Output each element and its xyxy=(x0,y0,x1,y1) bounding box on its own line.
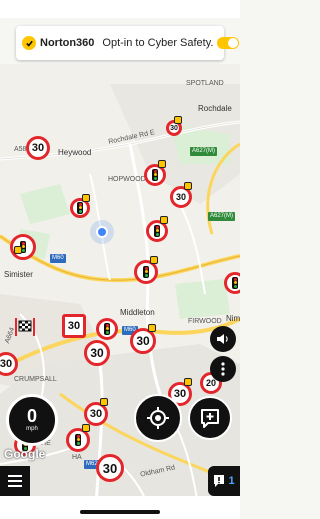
norton-check-icon xyxy=(22,36,36,50)
menu-line xyxy=(8,480,22,482)
road-label: A58 xyxy=(14,146,27,153)
camera-badge-icon xyxy=(100,398,108,406)
place-label: FIRWOOD xyxy=(188,318,222,325)
add-report-button[interactable] xyxy=(188,396,232,440)
camera-badge-icon xyxy=(184,378,192,386)
ad-text: Opt-in to Cyber Safety. xyxy=(102,37,214,49)
recenter-button[interactable] xyxy=(134,394,182,442)
bottom-bar xyxy=(0,496,240,519)
place-label: Rochdale xyxy=(198,104,232,113)
road-shield: A627(M) xyxy=(208,212,236,221)
menu-line xyxy=(8,475,22,477)
camera-badge-icon xyxy=(150,256,158,264)
speed-limit-sign: 30 xyxy=(96,454,124,482)
camera-badge-icon xyxy=(148,324,156,332)
home-indicator xyxy=(80,510,160,514)
checkered-flag-icon xyxy=(15,318,35,336)
speed-limit-sign: 30 xyxy=(62,314,86,338)
ad-brand: Norton360 xyxy=(40,37,95,49)
speedometer: 0 mph xyxy=(6,394,58,446)
place-label: Nim xyxy=(226,314,240,323)
crosshair-icon xyxy=(147,407,169,429)
place-label: Middleton xyxy=(120,308,155,317)
place-label: CRUMPSALL xyxy=(14,376,57,383)
road-shield: A627(M) xyxy=(190,147,218,156)
place-label: HA xyxy=(72,454,82,461)
road-shield: M60 xyxy=(50,254,66,263)
add-alert-icon xyxy=(201,409,219,428)
ad-banner[interactable]: Norton360 Opt-in to Cyber Safety. xyxy=(16,26,240,60)
menu-button[interactable] xyxy=(0,466,30,496)
camera-badge-icon xyxy=(160,216,168,224)
place-label: Heywood xyxy=(58,148,92,157)
menu-line xyxy=(8,485,22,487)
more-options-button[interactable] xyxy=(210,356,236,382)
reports-count: 1 xyxy=(228,475,235,487)
reports-button[interactable]: 1 xyxy=(208,466,240,496)
place-label: SPOTLAND xyxy=(186,80,224,87)
camera-badge-icon xyxy=(158,160,166,168)
speaker-icon xyxy=(217,334,228,344)
camera-badge-icon xyxy=(82,194,90,202)
ad-toggle-icon[interactable] xyxy=(217,37,240,49)
place-label: Simister xyxy=(4,270,33,279)
google-logo: Google xyxy=(4,447,46,461)
status-bar xyxy=(0,0,240,18)
traffic-light-icon xyxy=(224,272,240,294)
traffic-light-icon xyxy=(96,318,118,340)
camera-badge-icon xyxy=(184,182,192,190)
camera-badge-icon xyxy=(174,116,182,124)
vertical-dots-icon xyxy=(221,362,225,376)
volume-button[interactable] xyxy=(210,326,236,352)
speed-limit-sign: 30 xyxy=(84,340,110,366)
average-speed-zone-marker[interactable] xyxy=(14,316,36,343)
place-label: HOPWOOD xyxy=(108,176,146,183)
speed-value: 0 xyxy=(26,406,37,426)
alert-bubble-icon xyxy=(214,475,225,487)
current-location-dot xyxy=(96,226,108,238)
speed-unit: mph xyxy=(26,426,38,432)
speed-limit-sign: 30 xyxy=(26,136,50,160)
camera-badge-icon xyxy=(82,424,90,432)
camera-badge-icon xyxy=(14,246,22,254)
